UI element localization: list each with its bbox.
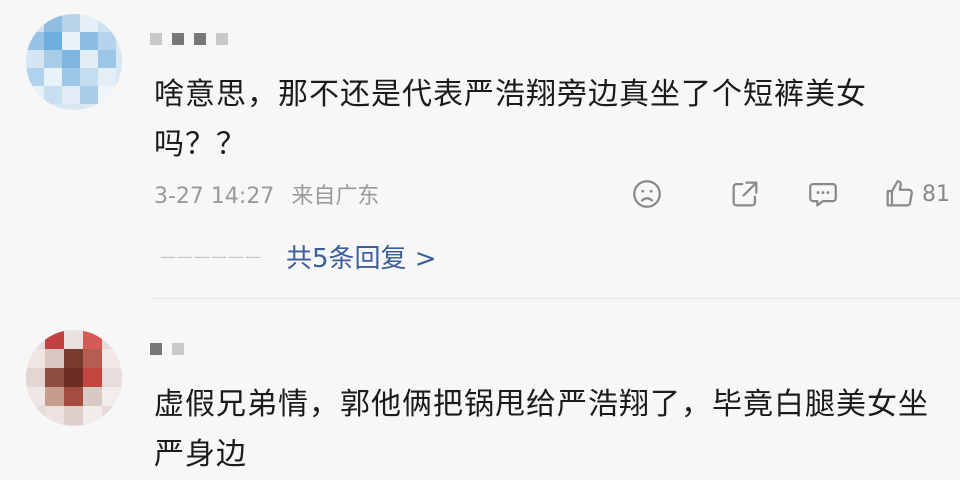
comment-icon bbox=[809, 182, 837, 207]
divider bbox=[150, 298, 960, 299]
comment-location: 来自广东 bbox=[291, 184, 380, 209]
replies-row: —————— 共5条回复 > bbox=[160, 238, 437, 275]
comment-text: 虚假兄弟情，郭他俩把锅甩给严浩翔了，毕竟白腿美女坐严身边 bbox=[154, 387, 929, 472]
comment-button[interactable] bbox=[806, 174, 840, 214]
dislike-button[interactable] bbox=[630, 174, 664, 214]
share-icon bbox=[732, 181, 758, 207]
username-redacted[interactable] bbox=[150, 340, 194, 356]
view-replies-link[interactable]: 共5条回复 > bbox=[286, 238, 437, 275]
comment-actions: 81 bbox=[630, 174, 960, 214]
avatar[interactable] bbox=[26, 330, 122, 426]
dislike-icon bbox=[633, 180, 661, 208]
like-icon bbox=[886, 180, 913, 207]
avatar[interactable] bbox=[26, 14, 122, 110]
like-button[interactable]: 81 bbox=[882, 174, 950, 214]
username-redacted[interactable] bbox=[150, 30, 238, 46]
comment-meta: 3-27 14:27 来自广东 bbox=[154, 178, 389, 210]
comment-item: 啥意思，那不还是代表严浩翔旁边真坐了个短裤美女吗？？ 3-27 14:27 来自… bbox=[0, 0, 960, 310]
reply-divider: —————— bbox=[160, 247, 262, 266]
comment-text: 啥意思，那不还是代表严浩翔旁边真坐了个短裤美女吗？？ bbox=[154, 77, 867, 162]
comment-date: 3-27 14:27 bbox=[154, 184, 275, 209]
comment-item: 虚假兄弟情，郭他俩把锅甩给严浩翔了，毕竟白腿美女坐严身边 bbox=[0, 310, 960, 472]
like-count: 81 bbox=[922, 181, 950, 207]
share-button[interactable] bbox=[728, 174, 762, 214]
